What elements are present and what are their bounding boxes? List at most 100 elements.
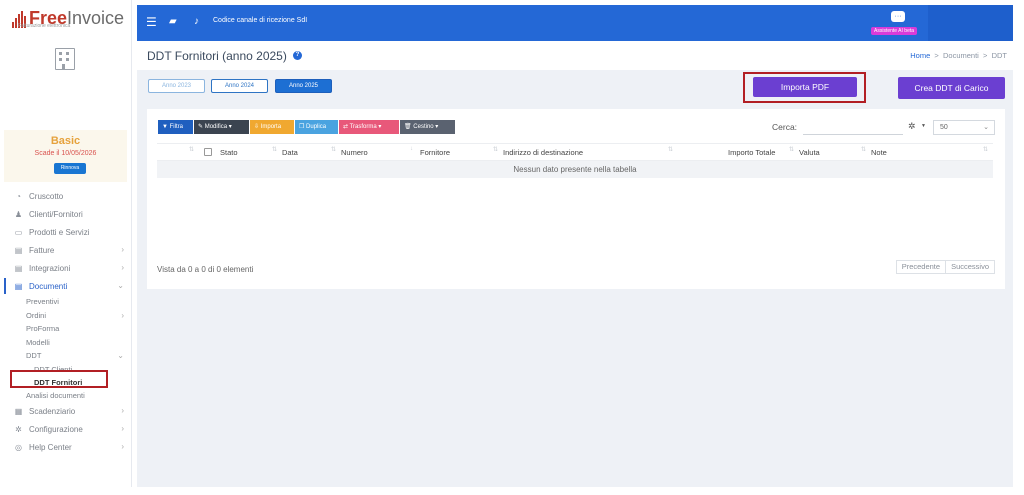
menu-icon[interactable]: ☰ <box>146 15 157 29</box>
year-2024-button[interactable]: Anno 2024 <box>211 79 268 93</box>
plan-box: Basic Scade il 10/05/2026 Rinnova <box>4 130 127 182</box>
chevron-right-icon: › <box>121 263 124 272</box>
sort-asc-icon[interactable]: ↓ <box>410 146 413 152</box>
document-icon: ▤ <box>14 263 23 273</box>
duplicate-button[interactable]: ❐ Duplica <box>295 120 338 134</box>
column-data[interactable]: Data <box>282 148 298 157</box>
sidebar-item-help-center[interactable]: ◎ Help Center › <box>0 438 132 456</box>
year-2025-button[interactable]: Anno 2025 <box>275 79 332 93</box>
assistant-label: Assistente AI beta <box>871 27 918 35</box>
sort-icon[interactable]: ⇅ <box>983 146 988 153</box>
previous-page-button[interactable]: Precedente <box>897 261 945 273</box>
sidebar-item-documenti[interactable]: ▤ Documenti ⌄ <box>0 277 132 295</box>
user-icon: ♟ <box>14 209 23 219</box>
ai-assistant[interactable]: ··· Assistente AI beta <box>871 9 927 37</box>
search-label: Cerca: <box>772 122 798 132</box>
title-bar: DDT Fornitori (anno 2025) ? Home > Docum… <box>137 41 1013 70</box>
sort-icon[interactable]: ⇅ <box>189 146 194 153</box>
chevron-down-icon: ⌄ <box>117 281 124 290</box>
breadcrumb: Home > Documenti > DDT <box>910 51 1007 60</box>
year-2023-button[interactable]: Anno 2023 <box>148 79 205 93</box>
basket-icon: ▭ <box>14 227 23 237</box>
page-size-select[interactable]: 50 ⌄ <box>933 120 995 135</box>
sort-icon[interactable]: ⇅ <box>861 146 866 153</box>
sdi-channel-text[interactable]: Codice canale di ricezione SdI <box>213 17 307 24</box>
chevron-down-icon: ⌄ <box>983 124 989 131</box>
document-icon: ▤ <box>14 245 23 255</box>
renew-button[interactable]: Rinnova <box>54 163 86 174</box>
sort-icon[interactable]: ⇅ <box>331 146 336 153</box>
sidebar-item-integrazioni[interactable]: ▤ Integrazioni › <box>0 259 132 277</box>
export-button[interactable]: ⇩ Importa <box>250 120 294 134</box>
main-content: DDT Fornitori (anno 2025) ? Home > Docum… <box>137 41 1013 487</box>
empty-table-message: Nessun dato presente nella tabella <box>157 161 993 178</box>
sidebar-sub-ddt[interactable]: DDT ⌄ <box>0 349 132 363</box>
brand-tagline: Fatturazione elettronica <box>18 23 71 29</box>
column-note[interactable]: Note <box>871 148 887 157</box>
select-all-checkbox[interactable] <box>204 148 212 156</box>
sidebar-item-fatture[interactable]: ▤ Fatture › <box>0 241 132 259</box>
sort-icon[interactable]: ⇅ <box>668 146 673 153</box>
company-building-icon[interactable] <box>55 48 75 70</box>
ddt-fornitori-highlight-box <box>10 370 108 388</box>
page-title: DDT Fornitori (anno 2025) <box>147 49 287 63</box>
sidebar-item-prodotti[interactable]: ▭ Prodotti e Servizi <box>0 223 132 241</box>
gear-icon: ✲ <box>15 424 22 434</box>
table-info: Vista da 0 a 0 di 0 elementi <box>157 265 254 274</box>
brand-logo[interactable]: FreeInvoice <box>12 8 124 34</box>
sidebar-item-clienti-fornitori[interactable]: ♟ Clienti/Fornitori <box>0 205 132 223</box>
chevron-right-icon: › <box>121 424 124 433</box>
lifebuoy-icon: ◎ <box>15 442 22 452</box>
sidebar: FreeInvoice Fatturazione elettronica Bas… <box>0 0 132 487</box>
plan-name: Basic <box>50 135 81 147</box>
sidebar-sub-modelli[interactable]: Modelli <box>0 336 132 350</box>
sidebar-sub-proforma[interactable]: ProForma <box>0 322 132 336</box>
user-menu-area[interactable] <box>928 5 1013 41</box>
sort-icon[interactable]: ⇅ <box>493 146 498 153</box>
column-valuta[interactable]: Valuta <box>799 148 820 157</box>
sidebar-nav: ◔ Cruscotto ♟ Clienti/Fornitori ▭ Prodotti … <box>0 187 132 456</box>
edit-button[interactable]: ✎ Modifica ▾ <box>194 120 249 134</box>
assistant-chat-icon: ··· <box>891 11 905 22</box>
caret-down-icon[interactable]: ▼ <box>921 123 926 129</box>
chevron-right-icon: › <box>121 310 124 320</box>
settings-gear-icon[interactable]: ✲ <box>908 121 916 132</box>
trash-button[interactable]: 🗑 Cestino ▾ <box>400 120 455 134</box>
chevron-right-icon: › <box>121 245 124 254</box>
chevron-right-icon: › <box>121 442 124 451</box>
sidebar-item-scadenziario[interactable]: ▦ Scadenziario › <box>0 402 132 420</box>
bell-icon[interactable]: ♪ <box>194 16 199 27</box>
column-numero[interactable]: Numero <box>341 148 368 157</box>
sidebar-item-cruscotto[interactable]: ◔ Cruscotto <box>0 187 132 205</box>
create-ddt-button[interactable]: Crea DDT di Carico <box>898 77 1005 99</box>
chevron-down-icon: ⌄ <box>117 351 124 360</box>
column-indirizzo[interactable]: Indirizzo di destinazione <box>503 148 583 157</box>
next-page-button[interactable]: Successivo <box>945 261 994 273</box>
app-root: FreeInvoice Fatturazione elettronica Bas… <box>0 0 1024 495</box>
help-icon[interactable]: ? <box>293 51 302 60</box>
sidebar-sub-ordini[interactable]: Ordini › <box>0 309 132 323</box>
plan-expiry: Scade il 10/05/2026 <box>34 150 97 157</box>
pagination: Precedente Successivo <box>895 260 995 274</box>
search-input[interactable] <box>803 121 903 135</box>
sidebar-item-configurazione[interactable]: ✲ Configurazione › <box>0 420 132 438</box>
sidebar-sub-preventivi[interactable]: Preventivi <box>0 295 132 309</box>
column-importo-totale[interactable]: Importo Totale <box>728 148 775 157</box>
sort-icon[interactable]: ⇅ <box>789 146 794 153</box>
chat-icon[interactable]: ▰ <box>169 16 177 27</box>
sort-icon[interactable]: ⇅ <box>272 146 277 153</box>
filter-button[interactable]: ▼ Filtra <box>158 120 193 134</box>
breadcrumb-home[interactable]: Home <box>910 51 930 60</box>
dashboard-icon: ◔ <box>16 191 21 201</box>
sidebar-sub-analisi-documenti[interactable]: Analisi documenti <box>0 389 132 403</box>
breadcrumb-documenti[interactable]: Documenti <box>943 51 979 60</box>
import-pdf-button[interactable]: Importa PDF <box>753 77 857 97</box>
documents-icon: ▤ <box>14 281 23 291</box>
column-stato[interactable]: Stato <box>220 148 238 157</box>
column-fornitore[interactable]: Fornitore <box>420 148 450 157</box>
table-header: ⇅ Stato ⇅ Data ⇅ Numero ↓ Fornitore ⇅ In… <box>157 143 993 161</box>
topbar: ☰ ▰ ♪ Codice canale di ricezione SdI ···… <box>137 5 1013 41</box>
calendar-icon: ▦ <box>14 406 23 416</box>
chevron-right-icon: › <box>121 406 124 415</box>
transform-button[interactable]: ⇄ Trasforma ▾ <box>339 120 399 134</box>
